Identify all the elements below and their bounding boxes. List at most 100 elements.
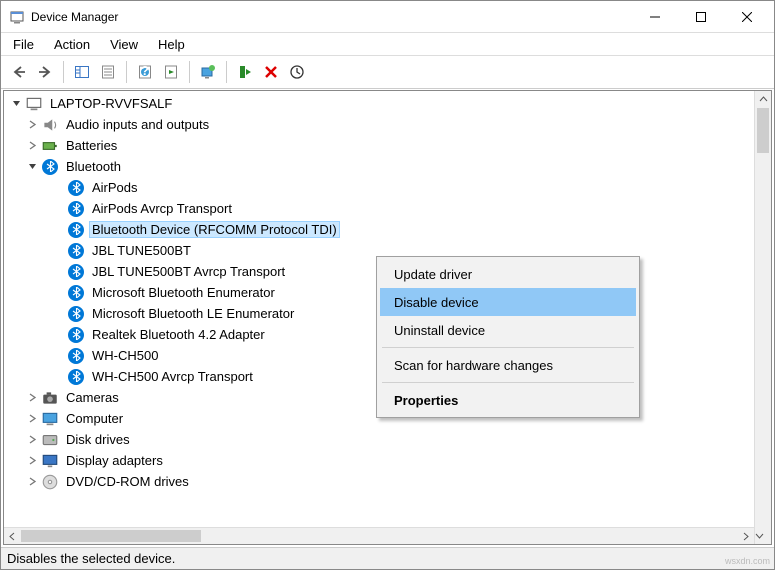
tree-label: AirPods	[89, 179, 141, 196]
chevron-right-icon[interactable]	[25, 454, 39, 468]
tree-label: Display adapters	[63, 452, 166, 469]
tree-label: Batteries	[63, 137, 120, 154]
chevron-down-icon[interactable]	[9, 97, 23, 111]
ctx-uninstall-device[interactable]: Uninstall device	[380, 316, 636, 344]
ctx-separator	[382, 347, 634, 348]
tree-label: JBL TUNE500BT	[89, 242, 194, 259]
bluetooth-icon	[67, 242, 85, 260]
ctx-label: Disable device	[394, 295, 479, 310]
ctx-label: Scan for hardware changes	[394, 358, 553, 373]
chevron-down-icon[interactable]	[25, 160, 39, 174]
tree-item-selected[interactable]: Bluetooth Device (RFCOMM Protocol TDI)	[4, 219, 771, 240]
ctx-label: Uninstall device	[394, 323, 485, 338]
action-button[interactable]	[159, 60, 183, 84]
menu-help[interactable]: Help	[148, 35, 195, 54]
tree-label: DVD/CD-ROM drives	[63, 473, 192, 490]
camera-icon	[41, 389, 59, 407]
computer-icon	[25, 95, 43, 113]
context-menu: Update driver Disable device Uninstall d…	[376, 256, 640, 418]
tree-category-batteries[interactable]: Batteries	[4, 135, 771, 156]
disk-icon	[41, 431, 59, 449]
enable-device-button[interactable]	[233, 60, 257, 84]
speaker-icon	[41, 116, 59, 134]
bluetooth-icon	[67, 326, 85, 344]
toolbar-separator	[126, 61, 127, 83]
tree-label: Computer	[63, 410, 126, 427]
tree-category-dvd[interactable]: DVD/CD-ROM drives	[4, 471, 771, 492]
tree-label: Disk drives	[63, 431, 133, 448]
tree-category-audio[interactable]: Audio inputs and outputs	[4, 114, 771, 135]
scroll-thumb[interactable]	[757, 108, 769, 153]
toolbar-separator	[63, 61, 64, 83]
bluetooth-icon	[67, 368, 85, 386]
chevron-right-icon[interactable]	[25, 475, 39, 489]
bluetooth-icon	[67, 284, 85, 302]
bluetooth-icon	[41, 158, 59, 176]
tree-label: LAPTOP-RVVFSALF	[47, 95, 175, 112]
scroll-up-button[interactable]	[755, 91, 771, 108]
tree-root[interactable]: LAPTOP-RVVFSALF	[4, 93, 771, 114]
chevron-right-icon[interactable]	[25, 433, 39, 447]
vertical-scrollbar[interactable]	[754, 91, 771, 544]
tree-label: Microsoft Bluetooth Enumerator	[89, 284, 278, 301]
horizontal-scrollbar[interactable]	[4, 527, 754, 544]
maximize-button[interactable]	[678, 1, 724, 32]
bluetooth-icon	[67, 263, 85, 281]
display-icon	[41, 452, 59, 470]
toolbar: ?	[1, 55, 774, 89]
ctx-scan-hardware[interactable]: Scan for hardware changes	[380, 351, 636, 379]
tree-label: Cameras	[63, 389, 122, 406]
chevron-right-icon[interactable]	[25, 391, 39, 405]
chevron-right-icon[interactable]	[25, 412, 39, 426]
properties-button[interactable]	[96, 60, 120, 84]
tree-category-bluetooth[interactable]: Bluetooth	[4, 156, 771, 177]
bluetooth-icon	[67, 221, 85, 239]
show-hide-tree-button[interactable]	[70, 60, 94, 84]
scan-hardware-button[interactable]	[285, 60, 309, 84]
computer-icon	[41, 410, 59, 428]
status-text: Disables the selected device.	[7, 551, 175, 566]
tree-label: Bluetooth	[63, 158, 124, 175]
menu-action[interactable]: Action	[44, 35, 100, 54]
back-button[interactable]	[7, 60, 31, 84]
forward-button[interactable]	[33, 60, 57, 84]
window-title: Device Manager	[31, 10, 632, 24]
ctx-update-driver[interactable]: Update driver	[380, 260, 636, 288]
scroll-left-button[interactable]	[4, 528, 21, 545]
disc-icon	[41, 473, 59, 491]
chevron-right-icon[interactable]	[25, 118, 39, 132]
bluetooth-icon	[67, 179, 85, 197]
tree-label: WH-CH500	[89, 347, 161, 364]
scroll-right-button[interactable]	[737, 528, 754, 545]
uninstall-button[interactable]	[259, 60, 283, 84]
tree-label: Audio inputs and outputs	[63, 116, 212, 133]
close-button[interactable]	[724, 1, 770, 32]
scroll-down-button[interactable]	[755, 527, 764, 544]
tree-label: Realtek Bluetooth 4.2 Adapter	[89, 326, 268, 343]
bluetooth-icon	[67, 347, 85, 365]
update-driver-button[interactable]	[196, 60, 220, 84]
svg-text:?: ?	[141, 64, 149, 78]
toolbar-separator	[226, 61, 227, 83]
bluetooth-icon	[67, 305, 85, 323]
minimize-button[interactable]	[632, 1, 678, 32]
ctx-disable-device[interactable]: Disable device	[380, 288, 636, 316]
help-button[interactable]: ?	[133, 60, 157, 84]
tree-category-disk[interactable]: Disk drives	[4, 429, 771, 450]
title-bar: Device Manager	[1, 1, 774, 33]
chevron-right-icon[interactable]	[25, 139, 39, 153]
tree-label: AirPods Avrcp Transport	[89, 200, 235, 217]
menu-bar: File Action View Help	[1, 33, 774, 55]
tree-label: Microsoft Bluetooth LE Enumerator	[89, 305, 297, 322]
menu-file[interactable]: File	[3, 35, 44, 54]
status-bar: Disables the selected device.	[1, 547, 774, 569]
ctx-properties[interactable]: Properties	[380, 386, 636, 414]
ctx-separator	[382, 382, 634, 383]
tree-item[interactable]: AirPods Avrcp Transport	[4, 198, 771, 219]
scroll-thumb[interactable]	[21, 530, 201, 542]
battery-icon	[41, 137, 59, 155]
tree-item[interactable]: AirPods	[4, 177, 771, 198]
toolbar-separator	[189, 61, 190, 83]
menu-view[interactable]: View	[100, 35, 148, 54]
tree-category-display[interactable]: Display adapters	[4, 450, 771, 471]
